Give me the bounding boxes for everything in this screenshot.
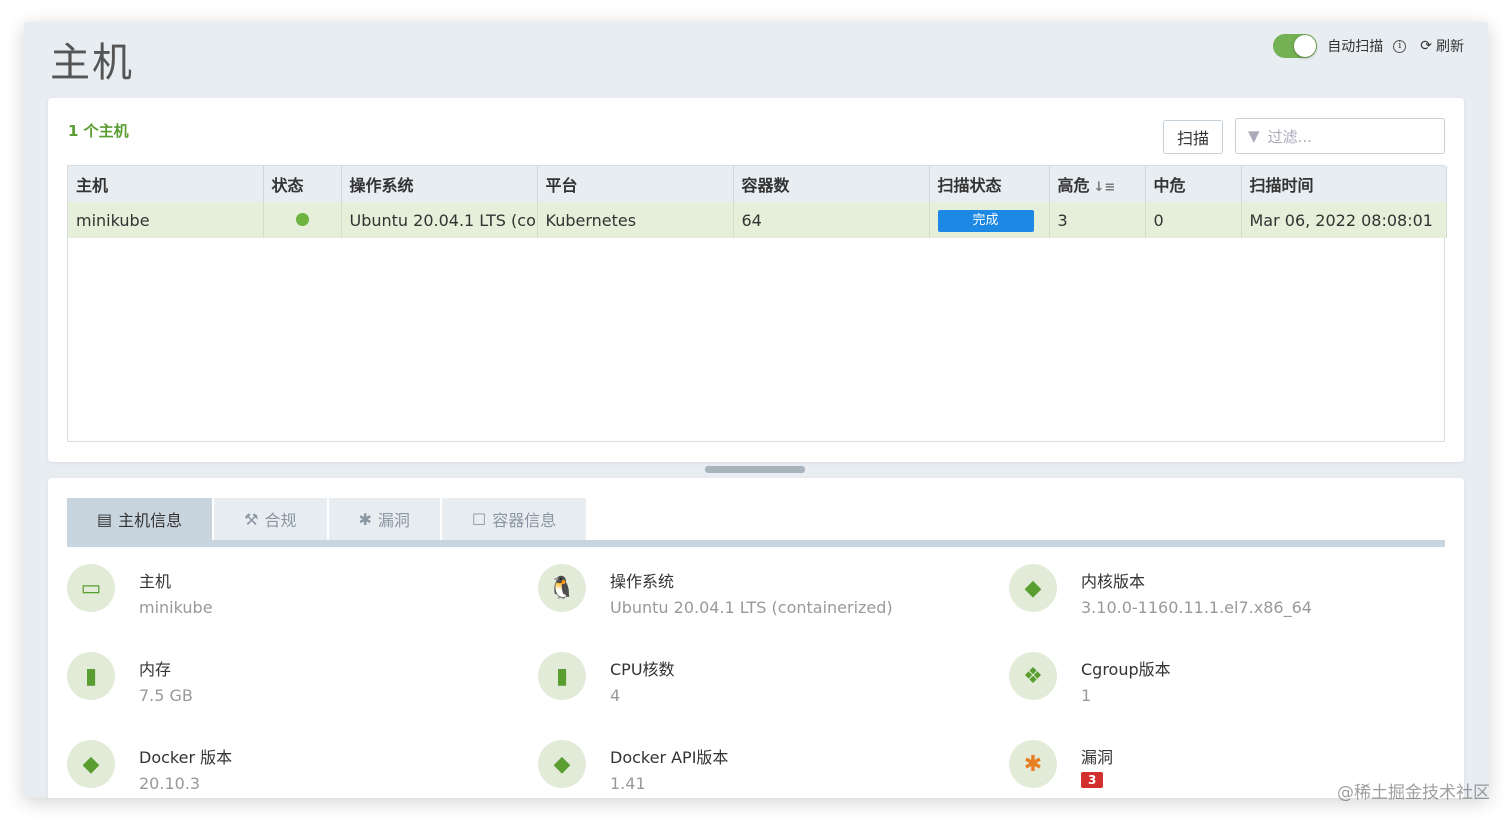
info-value: 7.5 GB bbox=[139, 686, 193, 705]
filter-input[interactable]: ▼ 过滤... bbox=[1235, 118, 1445, 154]
refresh-icon: ⟳ bbox=[1420, 38, 1432, 54]
info-label: Docker API版本 bbox=[610, 748, 729, 767]
filter-placeholder: 过滤... bbox=[1267, 127, 1312, 146]
hosts-table: 主机 状态 操作系统 平台 容器数 扫描状态 高危 ↓≡ 中危 扫描时间 mini… bbox=[67, 165, 1447, 442]
square-icon: ☐ bbox=[471, 509, 487, 529]
tab-host-info[interactable]: ▤ 主机信息 bbox=[67, 498, 213, 540]
id-card-icon: ▤ bbox=[97, 509, 113, 529]
tab-label: 漏洞 bbox=[377, 511, 410, 530]
cpu-icon: ▮ bbox=[538, 652, 586, 700]
info-item-os: 🐧 操作系统 Ubuntu 20.04.1 LTS (containerized) bbox=[538, 564, 893, 617]
cell-scan-time: Mar 06, 2022 08:08:01 bbox=[1241, 202, 1447, 238]
status-online-dot bbox=[295, 212, 309, 226]
info-value: 20.10.3 bbox=[139, 774, 201, 793]
refresh-label: 刷新 bbox=[1436, 39, 1464, 55]
info-item-vulnerabilities: ✱ 漏洞 3 bbox=[1009, 740, 1113, 788]
tab-compliance[interactable]: ⚒ 合规 bbox=[214, 498, 327, 540]
col-status[interactable]: 状态 bbox=[263, 166, 342, 202]
col-scan-time[interactable]: 扫描时间 bbox=[1241, 166, 1447, 202]
sort-desc-icon: ↓≡ bbox=[1093, 180, 1116, 195]
filter-icon: ▼ bbox=[1248, 127, 1260, 145]
hosts-panel: 1 个主机 扫描 ▼ 过滤... 主机 状态 操作系统 平台 容器数 扫描状态 bbox=[48, 98, 1464, 462]
linux-icon: 🐧 bbox=[538, 564, 586, 612]
resize-handle[interactable] bbox=[705, 466, 805, 473]
tab-label: 合规 bbox=[264, 511, 297, 530]
server-icon: ▭ bbox=[67, 564, 115, 612]
cell-os: Ubuntu 20.04.1 LTS (cont bbox=[341, 202, 538, 238]
info-label: CPU核数 bbox=[610, 660, 675, 679]
auto-scan-label: 自动扫描 bbox=[1327, 39, 1384, 55]
tab-vulnerabilities[interactable]: ✱ 漏洞 bbox=[328, 498, 440, 540]
info-label: 内核版本 bbox=[1081, 572, 1146, 591]
col-containers[interactable]: 容器数 bbox=[733, 166, 930, 202]
top-actions: 自动扫描 i ⟳ 刷新 bbox=[1273, 34, 1464, 58]
cell-scan-status: 完成 bbox=[929, 202, 1050, 238]
col-medium[interactable]: 中危 bbox=[1145, 166, 1242, 202]
info-value: 1.41 bbox=[610, 774, 646, 793]
info-value: 3.10.0-1160.11.1.el7.x86_64 bbox=[1081, 598, 1312, 617]
page-title: 主机 bbox=[50, 40, 134, 86]
cubes-icon: ❖ bbox=[1009, 652, 1057, 700]
info-item-cgroup: ❖ Cgroup版本 1 bbox=[1009, 652, 1171, 705]
info-item-docker-version: ◆ Docker 版本 20.10.3 bbox=[67, 740, 232, 793]
info-item-memory: ▮ 内存 7.5 GB bbox=[67, 652, 193, 705]
scan-button[interactable]: 扫描 bbox=[1163, 120, 1223, 154]
cell-containers: 64 bbox=[733, 202, 930, 238]
info-label: 内存 bbox=[139, 660, 172, 679]
col-host[interactable]: 主机 bbox=[68, 166, 264, 202]
memory-icon: ▮ bbox=[67, 652, 115, 700]
watermark: @稀土掘金技术社区 bbox=[1337, 783, 1490, 803]
tag-icon: ◆ bbox=[538, 740, 586, 788]
auto-scan-toggle[interactable] bbox=[1273, 34, 1318, 58]
tab-container-info[interactable]: ☐ 容器信息 bbox=[441, 498, 587, 540]
cell-high: 3 bbox=[1049, 202, 1146, 238]
info-label: Docker 版本 bbox=[139, 748, 233, 767]
tab-label: 主机信息 bbox=[118, 511, 183, 530]
info-icon[interactable]: i bbox=[1393, 39, 1407, 53]
col-os[interactable]: 操作系统 bbox=[341, 166, 538, 202]
gavel-icon: ⚒ bbox=[244, 509, 259, 529]
col-platform[interactable]: 平台 bbox=[537, 166, 734, 202]
refresh-button[interactable]: ⟳ 刷新 bbox=[1420, 36, 1464, 56]
table-header-row: 主机 状态 操作系统 平台 容器数 扫描状态 高危 ↓≡ 中危 扫描时间 bbox=[68, 166, 1447, 202]
info-label: 操作系统 bbox=[610, 572, 675, 591]
cell-platform: Kubernetes bbox=[537, 202, 734, 238]
info-label: Cgroup版本 bbox=[1081, 660, 1171, 679]
tag-icon: ◆ bbox=[67, 740, 115, 788]
cell-host: minikube bbox=[68, 202, 264, 238]
tab-label: 容器信息 bbox=[492, 511, 557, 530]
info-value: Ubuntu 20.04.1 LTS (containerized) bbox=[610, 598, 893, 617]
info-value: 1 bbox=[1081, 686, 1092, 705]
table-row[interactable]: minikube Ubuntu 20.04.1 LTS (cont Kubern… bbox=[68, 202, 1447, 238]
tag-icon: ◆ bbox=[1009, 564, 1057, 612]
scan-status-badge: 完成 bbox=[937, 209, 1034, 232]
details-panel: ▤ 主机信息 ⚒ 合规 ✱ 漏洞 ☐ 容器信息 ▭ 主机 minikube 🐧 操作系统 U… bbox=[48, 478, 1464, 798]
info-label: 主机 bbox=[139, 572, 172, 591]
info-item-cpu: ▮ CPU核数 4 bbox=[538, 652, 675, 705]
cell-status bbox=[263, 202, 342, 238]
host-count: 1 个主机 bbox=[68, 122, 129, 140]
info-item-kernel: ◆ 内核版本 3.10.0-1160.11.1.el7.x86_64 bbox=[1009, 564, 1312, 617]
info-item-docker-api: ◆ Docker API版本 1.41 bbox=[538, 740, 728, 793]
cell-medium: 0 bbox=[1145, 202, 1242, 238]
app-window: 主机 自动扫描 i ⟳ 刷新 1 个主机 扫描 ▼ 过滤... 主机 状态 操作… bbox=[24, 22, 1488, 798]
info-value: 4 bbox=[610, 686, 621, 705]
col-high[interactable]: 高危 ↓≡ bbox=[1049, 166, 1146, 202]
detail-tabs: ▤ 主机信息 ⚒ 合规 ✱ 漏洞 ☐ 容器信息 bbox=[67, 498, 588, 540]
vuln-count-badge[interactable]: 3 bbox=[1081, 772, 1104, 788]
bug-icon: ✱ bbox=[358, 509, 372, 529]
info-label: 漏洞 bbox=[1081, 748, 1114, 767]
toggle-knob bbox=[1294, 35, 1317, 57]
info-value: minikube bbox=[139, 598, 213, 617]
col-high-label: 高危 bbox=[1057, 176, 1090, 195]
info-item-host: ▭ 主机 minikube bbox=[67, 564, 213, 617]
col-scan-status[interactable]: 扫描状态 bbox=[929, 166, 1050, 202]
bug-icon: ✱ bbox=[1009, 740, 1057, 788]
tabs-underline bbox=[67, 540, 1445, 547]
